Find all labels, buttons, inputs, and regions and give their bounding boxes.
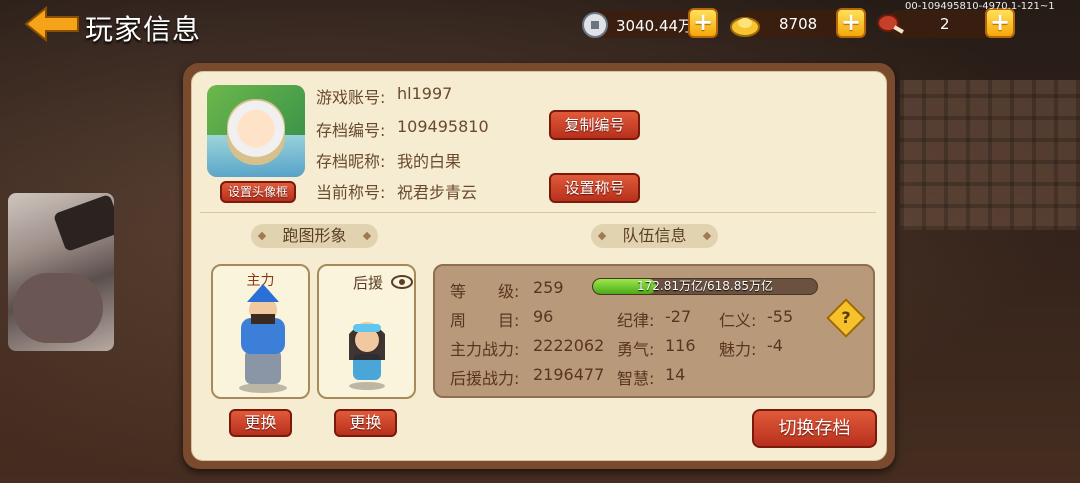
add-gold-button[interactable]: + bbox=[836, 8, 866, 38]
main-character-card[interactable]: 主力 bbox=[211, 264, 310, 399]
team-heading: 队伍信息 bbox=[591, 224, 718, 248]
build-id: 00-109495810-4970.1-121~1 bbox=[905, 1, 1055, 12]
meat-icon bbox=[876, 12, 906, 42]
replace-main-button[interactable]: 更换 bbox=[229, 409, 292, 437]
level-label: 等 级: bbox=[450, 282, 520, 301]
benevolence-label: 仁义: bbox=[719, 311, 757, 330]
account-value: hl1997 bbox=[397, 84, 453, 103]
exp-progress-text: 172.81万亿/618.85万亿 bbox=[636, 279, 774, 293]
charm-label: 魅力: bbox=[719, 340, 757, 359]
charm-value: -4 bbox=[767, 336, 783, 355]
benevolence-value: -55 bbox=[767, 307, 794, 326]
back-arrow-icon[interactable] bbox=[24, 5, 80, 43]
support-character-sprite bbox=[349, 322, 385, 390]
set-avatar-frame-button[interactable]: 设置头像框 bbox=[220, 181, 296, 203]
courage-label: 勇气: bbox=[617, 340, 655, 359]
save-id-value: 109495810 bbox=[397, 117, 489, 136]
add-silver-button[interactable]: + bbox=[688, 8, 718, 38]
level-value: 259 bbox=[533, 278, 564, 297]
nickname-label: 存档昵称: bbox=[316, 152, 386, 171]
exp-progress-bar: 172.81万亿/618.85万亿 bbox=[592, 278, 818, 295]
appearance-heading-text: 跑图形象 bbox=[282, 226, 347, 245]
silver-amount: 3040.44万 bbox=[616, 17, 694, 35]
account-label: 游戏账号: bbox=[316, 88, 386, 107]
nickname-value: 我的白果 bbox=[397, 152, 462, 171]
support-power-label: 后援战力: bbox=[450, 369, 520, 388]
discipline-value: -27 bbox=[665, 307, 692, 326]
background-lattice-window bbox=[900, 80, 1080, 230]
support-label: 后援 bbox=[353, 274, 384, 292]
title-value: 祝君步青云 bbox=[397, 183, 478, 202]
wisdom-value: 14 bbox=[665, 365, 686, 384]
section-divider bbox=[200, 212, 876, 213]
help-symbol[interactable]: ? bbox=[832, 304, 860, 332]
discipline-label: 纪律: bbox=[617, 311, 655, 330]
team-heading-text: 队伍信息 bbox=[622, 226, 687, 245]
switch-save-button[interactable]: 切换存档 bbox=[752, 409, 877, 448]
main-power-value: 2222062 bbox=[533, 336, 605, 355]
support-character-card[interactable]: 后援 bbox=[317, 264, 416, 399]
meat-amount: 2 bbox=[940, 15, 950, 33]
support-power-value: 2196477 bbox=[533, 365, 605, 384]
eye-icon[interactable] bbox=[391, 274, 413, 290]
add-meat-button[interactable]: + bbox=[985, 8, 1015, 38]
courage-value: 116 bbox=[665, 336, 696, 355]
week-label: 周 目: bbox=[450, 311, 520, 330]
main-power-label: 主力战力: bbox=[450, 340, 520, 359]
save-id-label: 存档编号: bbox=[316, 121, 386, 140]
appearance-heading: 跑图形象 bbox=[251, 224, 378, 248]
copy-id-button[interactable]: 复制编号 bbox=[549, 110, 640, 140]
wisdom-label: 智慧: bbox=[617, 369, 655, 388]
player-avatar[interactable] bbox=[207, 85, 305, 177]
week-value: 96 bbox=[533, 307, 554, 326]
set-title-button[interactable]: 设置称号 bbox=[549, 173, 640, 203]
main-character-sprite bbox=[239, 284, 287, 393]
silver-coin-icon bbox=[582, 12, 608, 42]
replace-support-button[interactable]: 更换 bbox=[334, 409, 397, 437]
page-title: 玩家信息 bbox=[85, 13, 202, 46]
gold-amount: 8708 bbox=[779, 15, 818, 33]
camera-overlay bbox=[8, 193, 114, 351]
title-label: 当前称号: bbox=[316, 183, 386, 202]
gold-ingot-icon bbox=[730, 12, 760, 42]
